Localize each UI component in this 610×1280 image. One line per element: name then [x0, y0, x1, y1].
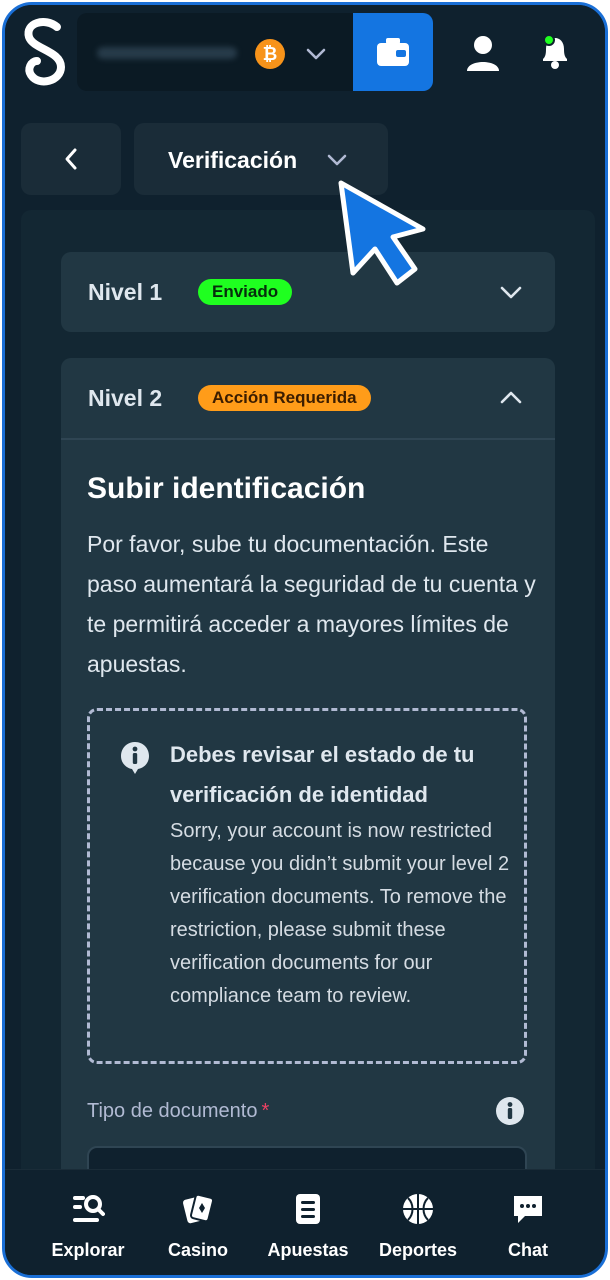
balance-selector[interactable]: ₿	[77, 13, 353, 91]
explore-icon	[73, 1195, 105, 1222]
top-header: ₿	[5, 5, 605, 101]
upload-id-title: Subir identificación	[87, 472, 366, 505]
upload-id-description: Por favor, sube tu documentación. Este p…	[87, 531, 536, 677]
document-type-label: Tipo de documento *	[87, 1100, 269, 1123]
chevron-down-icon	[500, 286, 522, 299]
level-1-title: Nivel 1	[88, 279, 163, 305]
nav-casino[interactable]: Casino	[143, 1192, 253, 1272]
back-button[interactable]	[21, 123, 121, 195]
phone-frame: ₿ Verificación Nivel 1 Enviado Nivel 2 A…	[2, 2, 608, 1278]
nav-chat[interactable]: Chat	[473, 1192, 583, 1272]
verification-panel: Nivel 1 Enviado Nivel 2 Acción Requerida…	[21, 210, 595, 1258]
casino-cards-icon	[183, 1193, 214, 1224]
notice-title: Debes revisar el estado de tu verificaci…	[170, 742, 475, 807]
required-asterisk: *	[261, 1100, 270, 1122]
nav-deportes-label: Deportes	[378, 1240, 458, 1260]
nav-apuestas-label: Apuestas	[267, 1240, 349, 1260]
divider	[61, 438, 555, 440]
nav-explorar-label: Explorar	[51, 1240, 125, 1260]
wallet-button[interactable]	[353, 13, 433, 91]
nav-casino-label: Casino	[167, 1240, 228, 1260]
level-2-title[interactable]: Nivel 2	[88, 385, 162, 412]
hidden-balance	[97, 47, 237, 59]
status-badge-required: Acción Requerida	[198, 385, 371, 411]
notice-body: Sorry, your account is now restricted be…	[170, 820, 510, 1007]
chevron-up-icon[interactable]	[499, 388, 523, 408]
bottom-navigation: Explorar Casino Apuestas Deportes Chat	[5, 1169, 605, 1275]
document-type-label-text: Tipo de documento	[87, 1100, 258, 1122]
nav-deportes[interactable]: Deportes	[363, 1192, 473, 1272]
level-1-accordion[interactable]: Nivel 1 Enviado	[61, 252, 555, 332]
restriction-notice: Debes revisar el estado de tu verificaci…	[87, 708, 527, 1064]
chevron-down-icon	[306, 48, 326, 60]
bitcoin-icon: ₿	[255, 39, 285, 69]
pointer-cursor-icon	[338, 180, 426, 286]
logo-icon[interactable]	[17, 15, 75, 91]
bell-icon[interactable]	[535, 31, 575, 71]
wallet-icon	[377, 38, 409, 66]
chevron-down-icon	[327, 154, 347, 166]
user-icon[interactable]	[463, 33, 503, 73]
chat-icon	[514, 1196, 542, 1223]
info-icon[interactable]	[495, 1096, 525, 1126]
level-2-accordion: Nivel 2 Acción Requerida Subir identific…	[61, 358, 555, 1258]
nav-apuestas[interactable]: Apuestas	[253, 1192, 363, 1272]
nav-chat-label: Chat	[508, 1240, 548, 1260]
info-icon	[121, 742, 149, 774]
basketball-icon	[403, 1194, 433, 1224]
nav-explorar[interactable]: Explorar	[33, 1192, 143, 1272]
bets-list-icon	[296, 1194, 320, 1224]
section-dropdown-label: Verificación	[168, 147, 298, 173]
status-badge-sent: Enviado	[198, 279, 293, 305]
chevron-left-icon	[65, 148, 77, 170]
